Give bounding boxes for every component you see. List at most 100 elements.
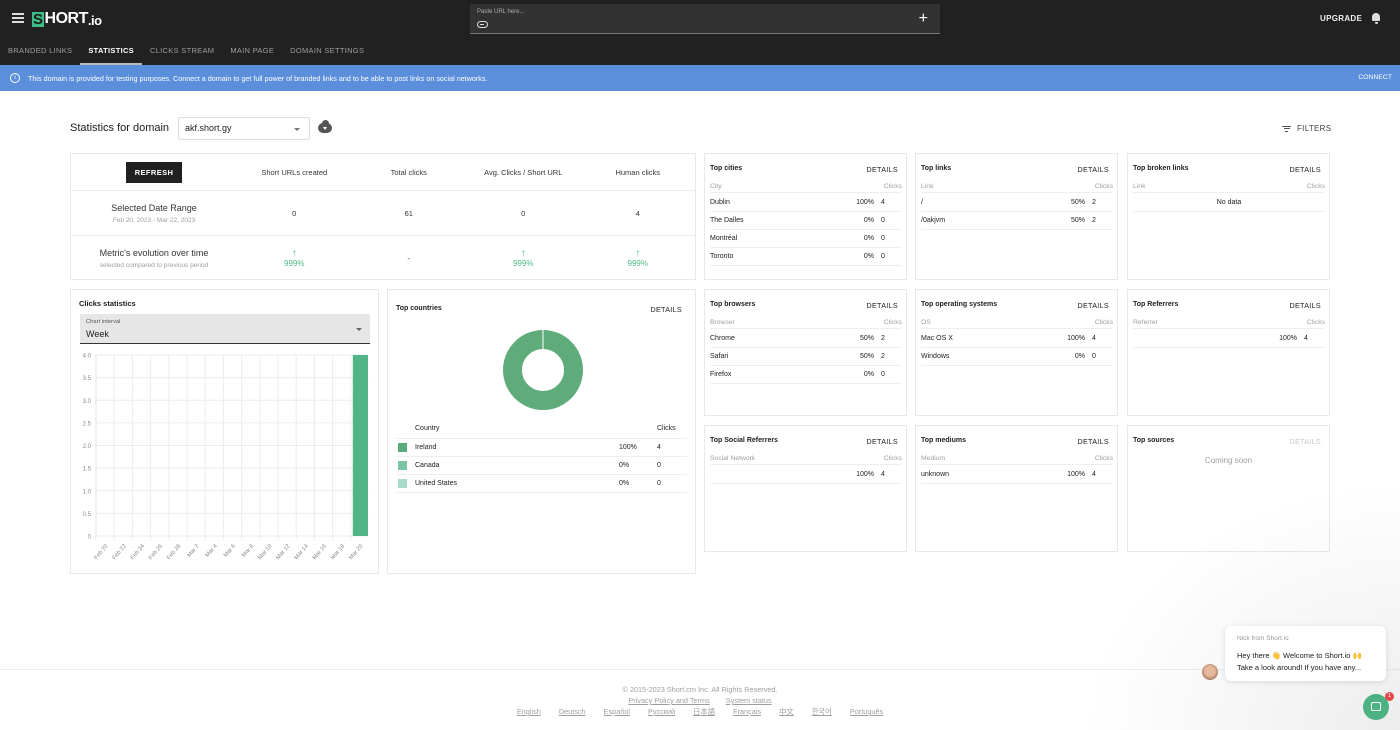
cloud-download-icon[interactable] [318, 120, 332, 133]
upgrade-button[interactable]: UPGRADE [1320, 14, 1362, 23]
footer-links: Privacy Policy and Terms System status [0, 696, 1400, 705]
evolution-pct: 999% [627, 258, 648, 268]
x-tick-label: Mar 2 [187, 543, 201, 558]
card-title: Top broken links [1133, 165, 1189, 172]
logo[interactable]: S HORT .io [32, 10, 102, 28]
details-button[interactable]: DETAILS [866, 437, 898, 446]
lang-korean[interactable]: 한국어 [812, 707, 832, 716]
evolution-pct: 999% [513, 258, 534, 268]
table-row[interactable]: Montréal 0% 0 [710, 230, 902, 248]
row-name: unknown [921, 471, 950, 478]
privacy-link[interactable]: Privacy Policy and Terms [628, 696, 709, 705]
country-row[interactable]: Canada 0% 0 [396, 457, 687, 475]
table-header: Medium Clicks [921, 455, 1113, 465]
card-title: Top Referrers [1133, 301, 1179, 308]
filters-button[interactable]: FILTERS [1282, 124, 1331, 133]
country-row[interactable]: Ireland 100% 4 [396, 439, 687, 457]
lang-russian[interactable]: Русский [648, 707, 675, 716]
table-row[interactable]: The Dalles 0% 0 [710, 212, 902, 230]
table-row[interactable]: 100% 4 [1133, 330, 1325, 348]
legend-swatch [398, 479, 407, 488]
tab-clicks-stream[interactable]: CLICKS STREAM [142, 40, 222, 65]
lang-espanol[interactable]: Español [604, 707, 630, 716]
table-row[interactable]: Chrome 50% 2 [710, 330, 902, 348]
card-title: Top operating systems [921, 301, 998, 308]
details-button[interactable]: DETAILS [650, 305, 682, 314]
table-row[interactable]: Firefox 0% 0 [710, 366, 902, 384]
tab-main-page[interactable]: MAIN PAGE [222, 40, 282, 65]
details-button[interactable]: DETAILS [1289, 165, 1321, 174]
lang-francais[interactable]: Français [733, 707, 761, 716]
lang-portugues[interactable]: Português [850, 707, 883, 716]
x-tick-label: Mar 8 [241, 543, 255, 558]
table-row[interactable]: Toronto 0% 0 [710, 248, 902, 266]
y-tick-label: 2.0 [83, 444, 92, 450]
table-row[interactable]: Safari 50% 2 [710, 348, 902, 366]
arrow-up-icon: ↑ [635, 247, 641, 259]
tab-branded-links[interactable]: BRANDED LINKS [0, 40, 80, 65]
col-clicks: Clicks [883, 319, 902, 326]
table-row[interactable]: Mac OS X 100% 4 [921, 330, 1113, 348]
x-tick-label: Feb 20 [93, 543, 109, 561]
table-header: Referrer Clicks [1133, 319, 1325, 329]
details-button[interactable]: DETAILS [866, 165, 898, 174]
clicks-bar-chart: 00.51.01.52.02.53.03.54.0Feb 20 Feb 22 Feb… [83, 354, 369, 561]
y-tick-label: 0.5 [83, 512, 92, 518]
top-browsers-card: Top browsers DETAILS Browser Clicks Chrome … [704, 289, 907, 416]
details-button[interactable]: DETAILS [1077, 301, 1109, 310]
country-row[interactable]: United States 0% 0 [396, 475, 687, 493]
summary-card: REFRESH Short URLs created Total clicks … [70, 153, 696, 280]
chart-title: Clicks statistics [79, 299, 136, 308]
details-button[interactable]: DETAILS [1077, 437, 1109, 446]
table-row[interactable]: /0akjvm 50% 2 [921, 212, 1113, 230]
details-button[interactable]: DETAILS [866, 301, 898, 310]
lang-chinese[interactable]: 中文 [779, 707, 794, 716]
x-tick-label: Feb 28 [166, 543, 182, 561]
table-row[interactable]: Dublin 100% 4 [710, 194, 902, 212]
col-clicks: Clicks [1094, 319, 1113, 326]
table-header: OS Clicks [921, 319, 1113, 329]
chart-interval-select[interactable]: Chart interval Week [80, 314, 370, 344]
lang-english[interactable]: English [517, 707, 541, 716]
footer-divider [0, 669, 1400, 670]
card-title: Top links [921, 165, 952, 172]
row-name: Chrome [710, 335, 735, 342]
tab-statistics[interactable]: STATISTICS [80, 40, 142, 65]
row-percent: 50% [1070, 199, 1085, 206]
row-name: Toronto [710, 253, 734, 260]
notifications-bell-icon[interactable] [1371, 13, 1381, 24]
domain-select[interactable]: akf.short.gy [178, 117, 310, 140]
url-input[interactable]: Paste URL here... + [470, 4, 940, 34]
add-link-button[interactable]: + [919, 10, 928, 28]
evolution-pct: 999% [284, 258, 305, 268]
card-title: Top sources [1133, 437, 1175, 444]
top-links-card: Top links DETAILS Link Clicks / 50% 2 /0akj… [915, 153, 1118, 280]
column-header: Human clicks [615, 167, 661, 177]
table-row[interactable]: 100% 4 [710, 466, 902, 484]
table-row[interactable]: / 50% 2 [921, 194, 1113, 212]
table-row[interactable]: Windows 0% 0 [921, 348, 1113, 366]
details-button[interactable]: DETAILS [1077, 165, 1109, 174]
row-clicks: 2 [1092, 217, 1096, 224]
row-clicks: 4 [1304, 335, 1308, 342]
table-row[interactable]: unknown 100% 4 [921, 466, 1113, 484]
row-clicks: 0 [881, 235, 885, 242]
country-percent: 0% [619, 462, 630, 469]
connect-button[interactable]: CONNECT [1358, 74, 1392, 81]
row-clicks: 4 [881, 471, 885, 478]
lang-japanese[interactable]: 日本語 [693, 707, 715, 716]
details-button[interactable]: DETAILS [1289, 301, 1321, 310]
refresh-button[interactable]: REFRESH [125, 161, 183, 183]
system-status-link[interactable]: System status [726, 696, 772, 705]
domain-select-value: akf.short.gy [185, 123, 232, 133]
hamburger-menu-icon[interactable] [12, 13, 24, 23]
x-tick-label: Feb 26 [148, 543, 164, 561]
tab-domain-settings[interactable]: DOMAIN SETTINGS [282, 40, 372, 65]
chat-message-preview[interactable]: Nick from Short.io Hey there 👋 Welcome t… [1225, 626, 1386, 681]
y-tick-label: 1.0 [83, 489, 92, 495]
country-percent: 100% [619, 444, 637, 451]
top-sources-card: Top sources DETAILS Coming soon [1127, 425, 1330, 552]
lang-deutsch[interactable]: Deutsch [559, 707, 586, 716]
evolution-label: Metric's evolution over time [99, 247, 209, 258]
metric-value: 0 [521, 208, 526, 218]
